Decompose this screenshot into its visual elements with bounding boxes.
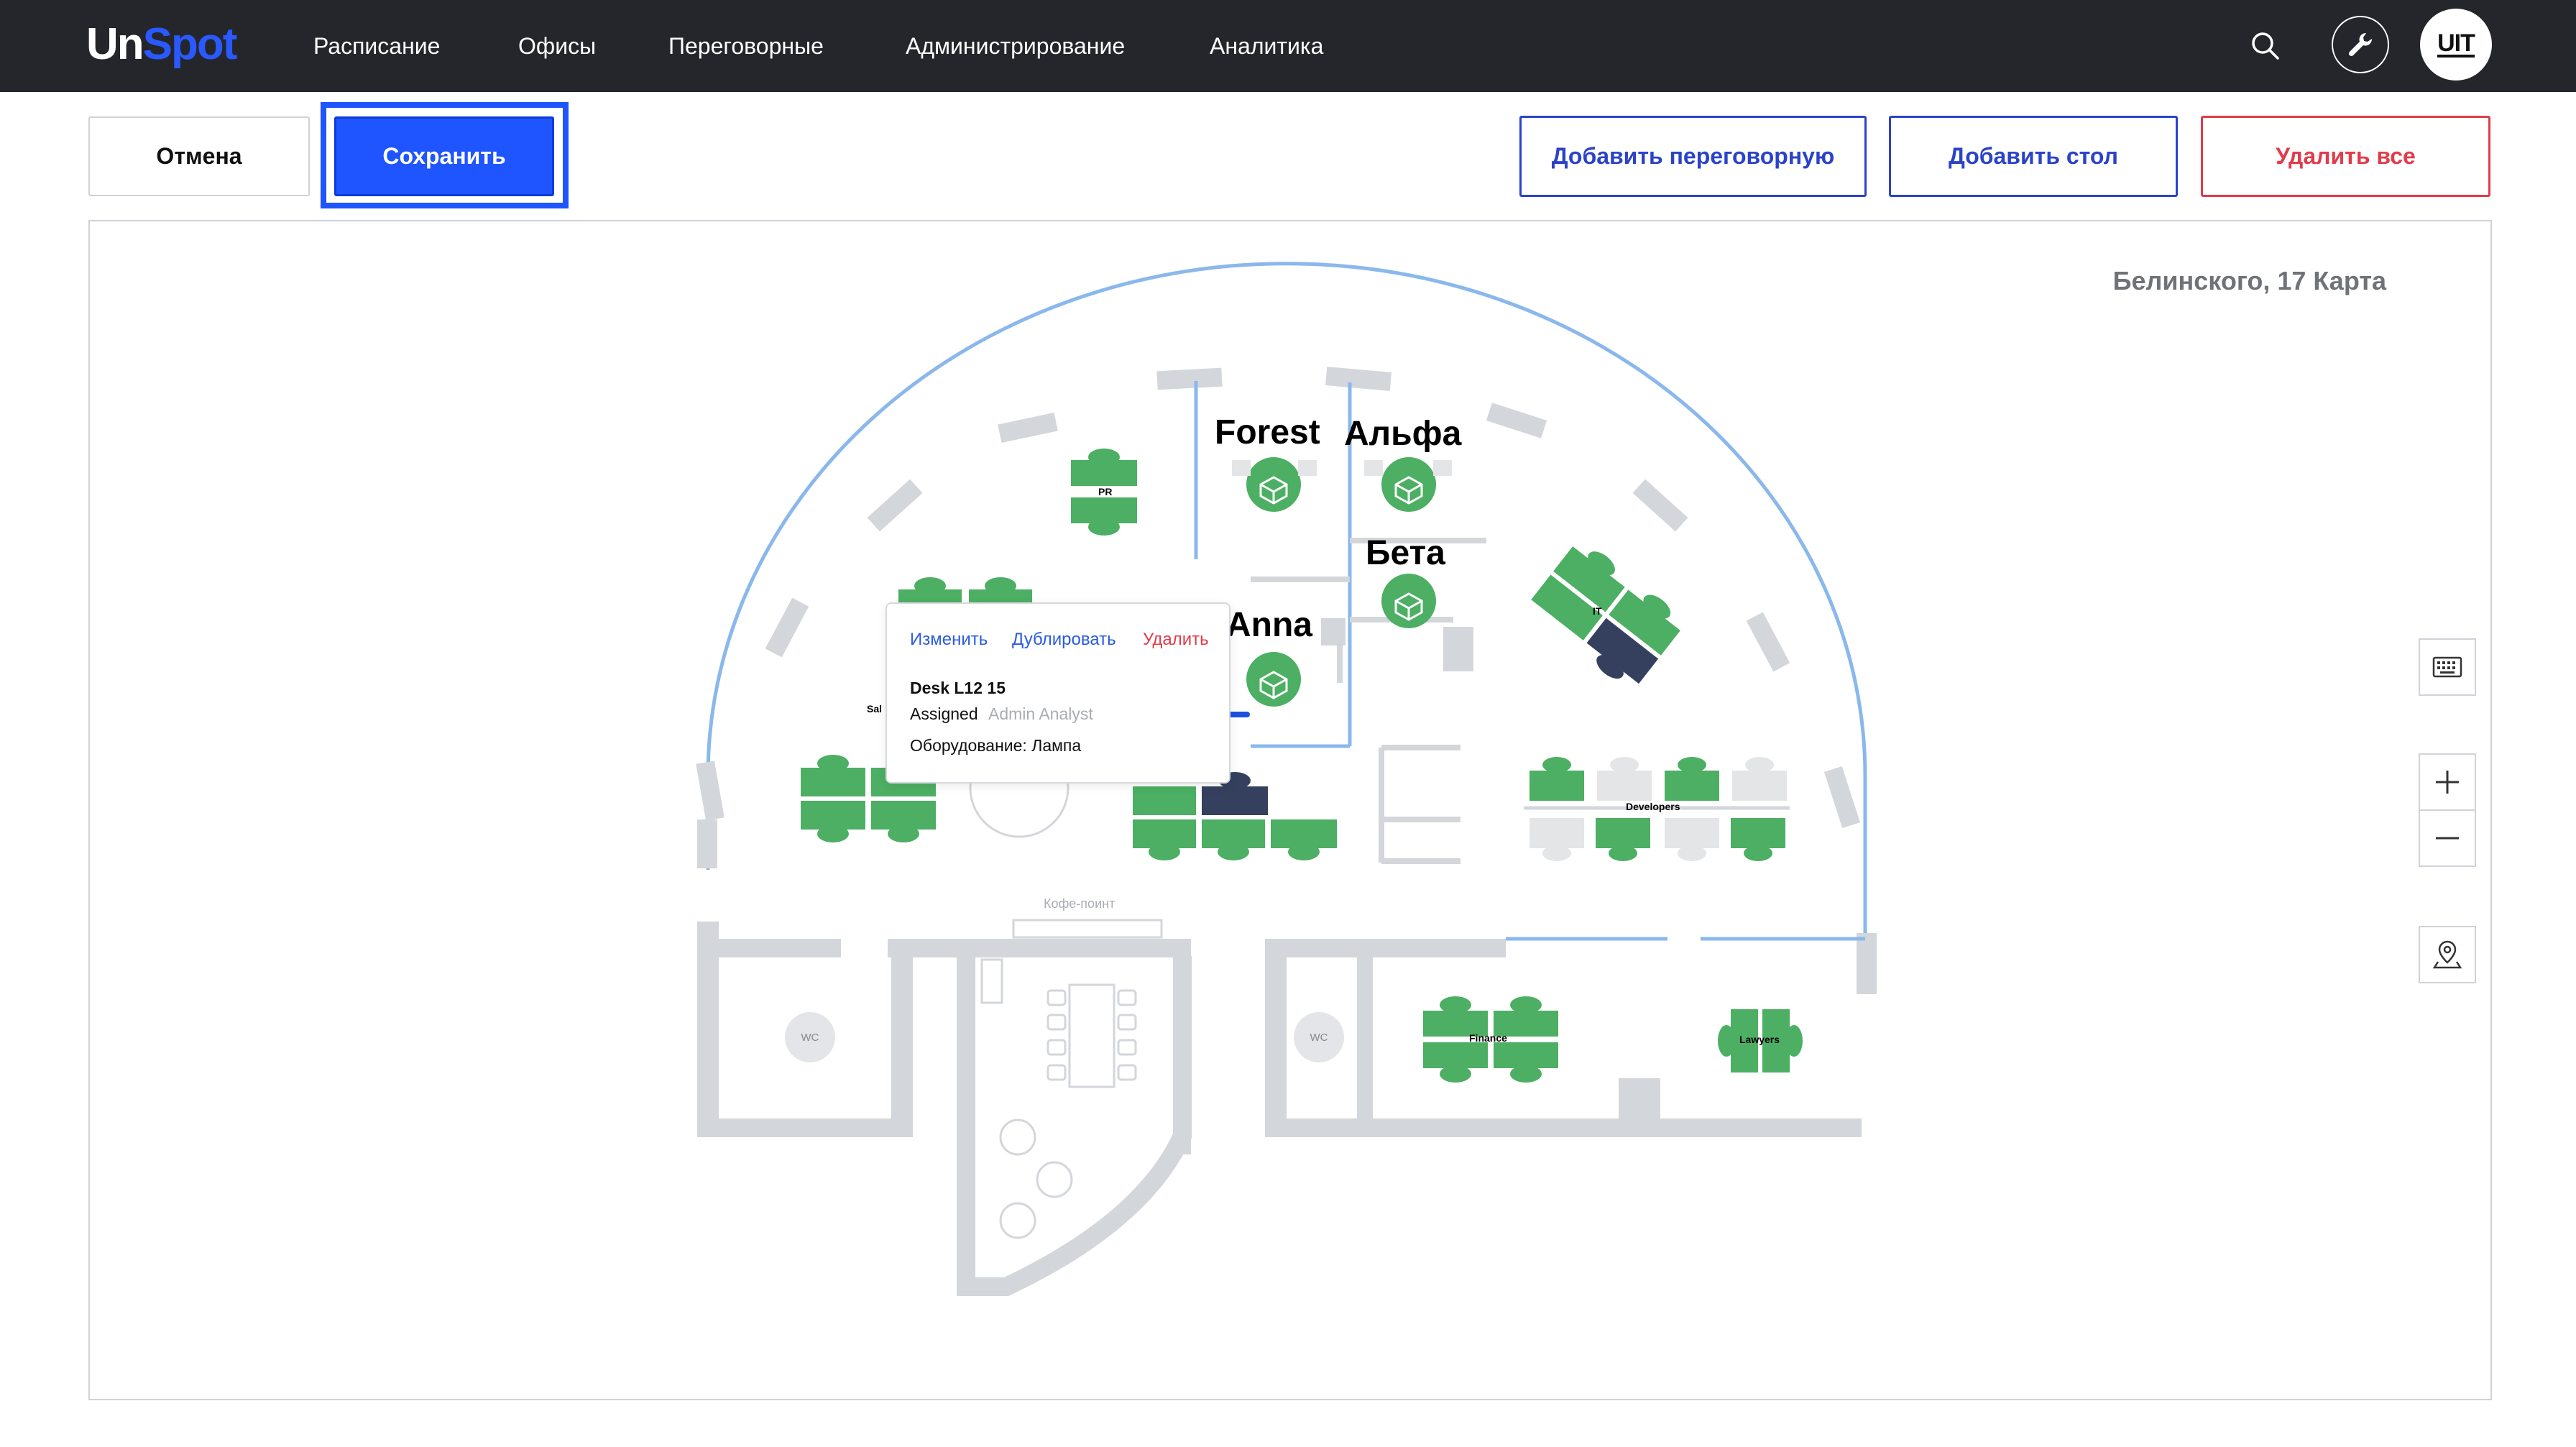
wc-right: WC [1294, 1012, 1344, 1062]
zoom-out-button[interactable] [2420, 811, 2475, 865]
room-label-alpha[interactable]: Альфа [1344, 414, 1461, 454]
room-label-forest[interactable]: Forest [1215, 413, 1320, 452]
popover-assigned-value: Admin Analyst [988, 704, 1093, 723]
zone-label-lawyers: Lawyers [1739, 1034, 1780, 1045]
popover-duplicate-link[interactable]: Дублировать [1012, 630, 1116, 650]
zone-label-sales: Sal [867, 703, 883, 715]
plus-icon [2433, 768, 2462, 796]
keyboard-shortcuts-button[interactable] [2419, 638, 2476, 696]
popover-desk-name: Desk L12 15 [910, 679, 1006, 697]
popover-equipment-row: Оборудование: Лампа [910, 736, 1081, 755]
zone-label-finance: Finance [1469, 1032, 1507, 1044]
zone-label-pr: PR [1098, 486, 1113, 497]
coffee-point-label: Кофе-поинт [1044, 896, 1116, 911]
locate-button[interactable] [2419, 926, 2476, 983]
zoom-controls [2419, 753, 2476, 867]
map-pin-icon [2432, 939, 2462, 970]
room-label-anna[interactable]: Anna [1226, 605, 1312, 645]
floor-plan [696, 262, 1877, 1296]
zone-label-developers: Developers [1626, 801, 1680, 812]
zone-label-it: IT [1593, 605, 1602, 617]
popover-edit-link[interactable]: Изменить [910, 630, 988, 650]
room-label-beta[interactable]: Бета [1366, 533, 1445, 573]
minus-icon [2433, 824, 2462, 853]
keyboard-icon [2432, 656, 2462, 678]
popover-assigned-row: Assigned Admin Analyst [910, 704, 1093, 724]
zoom-in-button[interactable] [2420, 755, 2475, 811]
desk-popover: Изменить Дублировать Удалить Desk L12 15… [886, 602, 1230, 784]
popover-delete-link[interactable]: Удалить [1143, 630, 1209, 650]
popover-equipment-value: Лампа [1031, 736, 1082, 755]
popover-assigned-label: Assigned [910, 704, 978, 723]
popover-equipment-label: Оборудование: [910, 736, 1027, 755]
wc-left: WC [785, 1012, 835, 1062]
